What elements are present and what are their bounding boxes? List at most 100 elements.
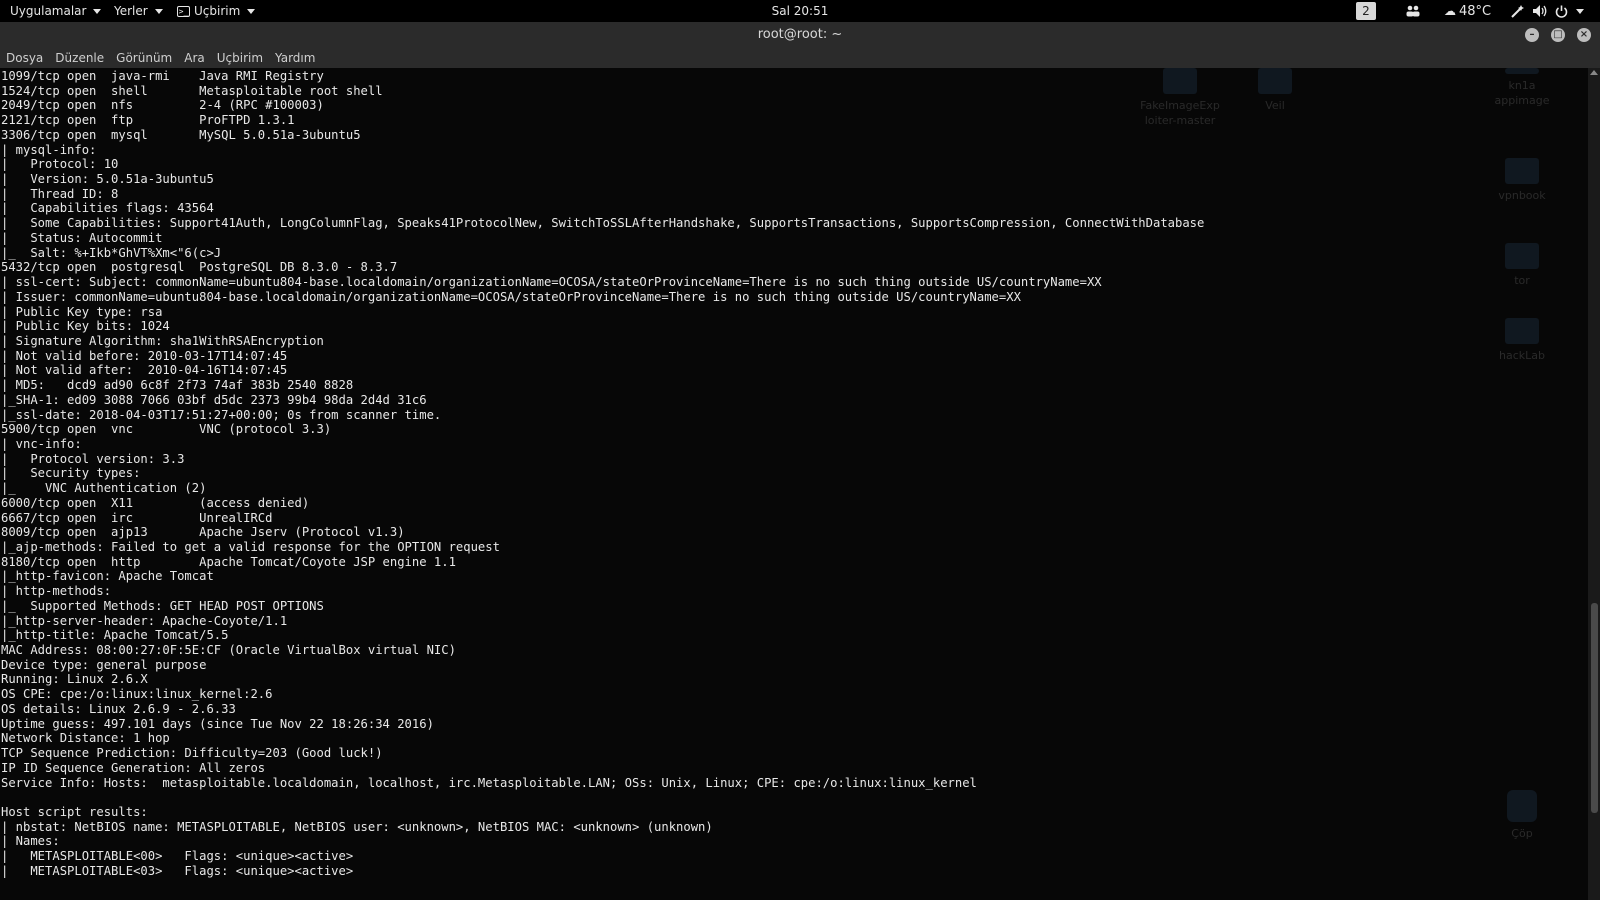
terminal-line: | ssl-cert: Subject: commonName=ubuntu80… (1, 275, 1102, 290)
terminal-line: | Protocol version: 3.3 (1, 451, 185, 466)
terminal-line: 8009/tcp open ajp13 Apache Jserv (Protoc… (1, 525, 405, 540)
terminal-line: Network Distance: 1 hop (1, 731, 170, 746)
menubar: Dosya Düzenle Görünüm Ara Uçbirim Yardım (0, 48, 1600, 68)
menu-help[interactable]: Yardım (275, 51, 315, 65)
terminal-line: | nbstat: NetBIOS name: METASPLOITABLE, … (1, 819, 713, 834)
terminal-icon: >_ (177, 5, 190, 17)
desktop-icon-tor: tor (1492, 243, 1552, 288)
minimize-icon: – (1529, 29, 1535, 40)
scrollbar-thumb[interactable] (1591, 603, 1598, 813)
terminal-line: 6667/tcp open irc UnrealIRCd (1, 510, 273, 525)
cloud-icon: ☁ (1444, 4, 1456, 18)
desktop-icon-label: hackLab (1499, 349, 1545, 362)
terminal-line: | vnc-info: (1, 436, 82, 451)
menu-search[interactable]: Ara (184, 51, 205, 65)
terminal-text: 1099/tcp open java-rmi Java RMI Registry… (1, 69, 1204, 879)
terminal-line: TCP Sequence Prediction: Difficulty=203 … (1, 746, 383, 761)
folder-icon (1505, 243, 1539, 269)
terminal-line: 2121/tcp open ftp ProFTPD 1.3.1 (1, 113, 295, 128)
applications-menu-label: Uygulamalar (10, 4, 87, 18)
chevron-down-icon (154, 8, 163, 14)
places-menu[interactable]: Yerler (114, 0, 163, 22)
terminal-line: |_ Supported Methods: GET HEAD POST OPTI… (1, 598, 324, 613)
minimize-button[interactable]: – (1525, 28, 1539, 42)
terminal-line: 1524/tcp open shell Metasploitable root … (1, 83, 383, 98)
terminal-line: | Protocol: 10 (1, 157, 119, 172)
terminal-line: Service Info: Hosts: metasploitable.loca… (1, 775, 977, 790)
menu-file[interactable]: Dosya (6, 51, 43, 65)
terminal-line: Running: Linux 2.6.X (1, 672, 148, 687)
close-button[interactable]: × (1577, 28, 1591, 42)
terminal-line: 3306/tcp open mysql MySQL 5.0.51a-3ubunt… (1, 127, 361, 142)
temperature-indicator[interactable]: ☁ 48°C (1444, 0, 1491, 22)
chevron-down-icon (1576, 8, 1584, 14)
terminal-line: | METASPLOITABLE<03> Flags: <unique><act… (1, 863, 354, 878)
terminal-line: Uptime guess: 497.101 days (since Tue No… (1, 716, 434, 731)
window-titlebar[interactable]: root@root: ~ – □ × (0, 22, 1600, 48)
menu-view[interactable]: Görünüm (116, 51, 172, 65)
terminal-line: |_ Salt: %+Ikb*GhVT%Xm<"6(c>J (1, 245, 222, 260)
scroll-up-arrow-icon[interactable] (1590, 70, 1598, 75)
desktop-icon-appimage: kn1a appimage (1492, 68, 1552, 108)
desktop-icon-veil: Veil (1250, 68, 1300, 113)
close-icon: × (1579, 29, 1589, 40)
desktop-icon-label: vpnbook (1498, 189, 1546, 202)
terminal-line: IP ID Sequence Generation: All zeros (1, 760, 266, 775)
temperature-value: 48°C (1459, 3, 1492, 19)
terminal-app-menu[interactable]: >_ Uçbirim (177, 0, 256, 22)
terminal-app-menu-label: Uçbirim (194, 4, 241, 18)
desktop-icon-trash: Çöp (1492, 790, 1552, 841)
clock[interactable]: Sal 20:51 (772, 4, 829, 18)
terminal-line: |_http-title: Apache Tomcat/5.5 (1, 628, 229, 643)
top-panel: Uygulamalar Yerler >_ Uçbirim Sal 20:51 … (0, 0, 1600, 22)
terminal-line: 1099/tcp open java-rmi Java RMI Registry (1, 69, 324, 83)
terminal-line: | Capabilities flags: 43564 (1, 201, 214, 216)
applications-menu[interactable]: Uygulamalar (10, 0, 102, 22)
terminal-output[interactable]: FakeImageExploiter-master Veil kn1a appi… (0, 68, 1588, 900)
terminal-line: | Not valid before: 2010-03-17T14:07:45 (1, 348, 288, 363)
power-icon[interactable] (1555, 0, 1584, 22)
terminal-line: | Issuer: commonName=ubuntu804-base.loca… (1, 289, 1021, 304)
maximize-button[interactable]: □ (1551, 28, 1565, 42)
terminal-line: | Public Key bits: 1024 (1, 319, 170, 334)
folder-icon (1505, 318, 1539, 344)
terminal-line: | Not valid after: 2010-04-16T14:07:45 (1, 363, 288, 378)
volume-icon[interactable] (1533, 0, 1548, 22)
terminal-line: |_ajp-methods: Failed to get a valid res… (1, 540, 500, 554)
terminal-line: | Names: (1, 834, 60, 849)
terminal-line: |_ssl-date: 2018-04-03T17:51:27+00:00; 0… (1, 407, 442, 422)
terminal-line: | Some Capabilities: Support41Auth, Long… (1, 216, 1205, 231)
terminal-line: | Status: Autocommit (1, 230, 163, 245)
desktop-icon-vpnbook: vpnbook (1492, 158, 1552, 203)
terminal-line: |_http-server-header: Apache-Coyote/1.1 (1, 613, 288, 628)
chevron-down-icon (247, 8, 256, 14)
terminal-line: 5432/tcp open postgresql PostgreSQL DB 8… (1, 260, 398, 275)
menu-edit[interactable]: Düzenle (55, 51, 104, 65)
terminal-line: 2049/tcp open nfs 2-4 (RPC #100003) (1, 98, 324, 113)
wand-icon[interactable] (1511, 0, 1524, 22)
menu-terminal[interactable]: Uçbirim (217, 51, 263, 65)
terminal-line: |_ VNC Authentication (2) (1, 481, 207, 496)
terminal-line: 6000/tcp open X11 (access denied) (1, 495, 310, 510)
terminal-line: | Thread ID: 8 (1, 186, 119, 201)
terminal-line: 5900/tcp open vnc VNC (protocol 3.3) (1, 422, 332, 437)
terminal-line: Device type: general purpose (1, 657, 207, 672)
workspace-indicator[interactable]: 2 (1356, 2, 1376, 20)
terminal-line: | Public Key type: rsa (1, 304, 163, 319)
folder-icon (1258, 68, 1292, 94)
terminal-line: 8180/tcp open http Apache Tomcat/Coyote … (1, 554, 456, 569)
desktop-icon-label: Çöp (1511, 827, 1533, 840)
terminal-line: | MD5: dcd9 ad90 6c8f 2f73 74af 383b 254… (1, 378, 354, 393)
terminal-line: | http-methods: (1, 584, 112, 599)
terminal-scrollbar[interactable] (1588, 68, 1600, 900)
desktop-icon-label: tor (1514, 274, 1530, 287)
terminal-line: | Signature Algorithm: sha1WithRSAEncryp… (1, 333, 324, 348)
terminal-line: | Security types: (1, 466, 141, 481)
people-icon[interactable] (1406, 0, 1420, 22)
terminal-line: OS details: Linux 2.6.9 - 2.6.33 (1, 701, 236, 716)
desktop-icon-label: kn1a appimage (1494, 79, 1550, 107)
terminal-line: |_http-favicon: Apache Tomcat (1, 569, 214, 584)
desktop-icon-hacklab: hackLab (1492, 318, 1552, 363)
terminal-line: MAC Address: 08:00:27:0F:5E:CF (Oracle V… (1, 643, 456, 658)
